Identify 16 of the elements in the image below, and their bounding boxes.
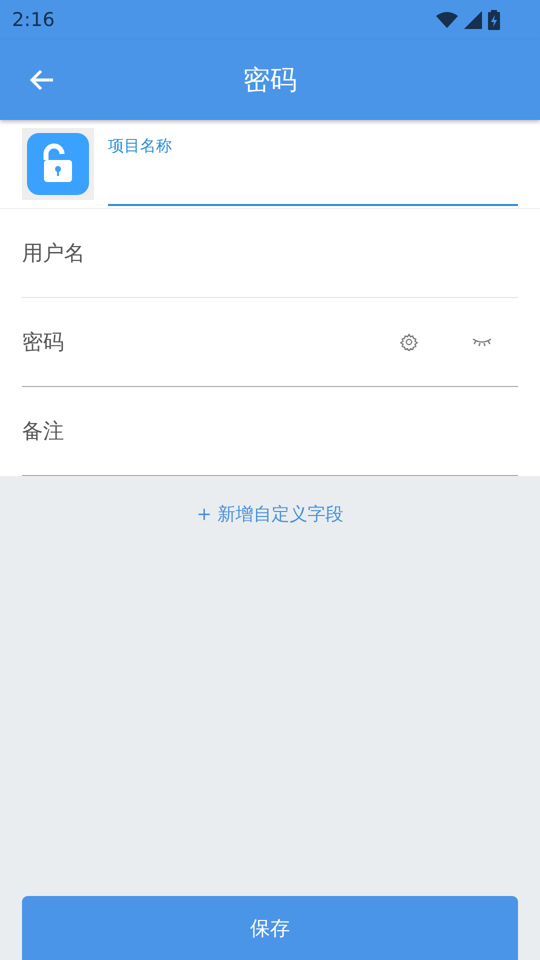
field-placeholder: 密码 [22, 329, 65, 356]
input-field[interactable]: 密码 [22, 298, 518, 387]
input-field[interactable]: 备注 [22, 387, 518, 476]
app-bar-title: 密码 [243, 64, 297, 98]
settings-icon[interactable] [400, 333, 418, 351]
field-placeholder: 用户名 [22, 240, 86, 267]
name-field-label: 项目名称 [108, 136, 172, 155]
closed-eye-icon[interactable] [472, 337, 492, 347]
back-arrow-icon[interactable] [29, 68, 55, 92]
battery-icon [488, 10, 500, 30]
wifi-icon [436, 12, 458, 28]
input-field[interactable]: 用户名 [22, 209, 518, 298]
lock-icon[interactable] [22, 128, 94, 200]
field-placeholder: 备注 [22, 418, 65, 445]
status-time: 2:16 [12, 9, 55, 31]
signal-icon [464, 11, 482, 29]
